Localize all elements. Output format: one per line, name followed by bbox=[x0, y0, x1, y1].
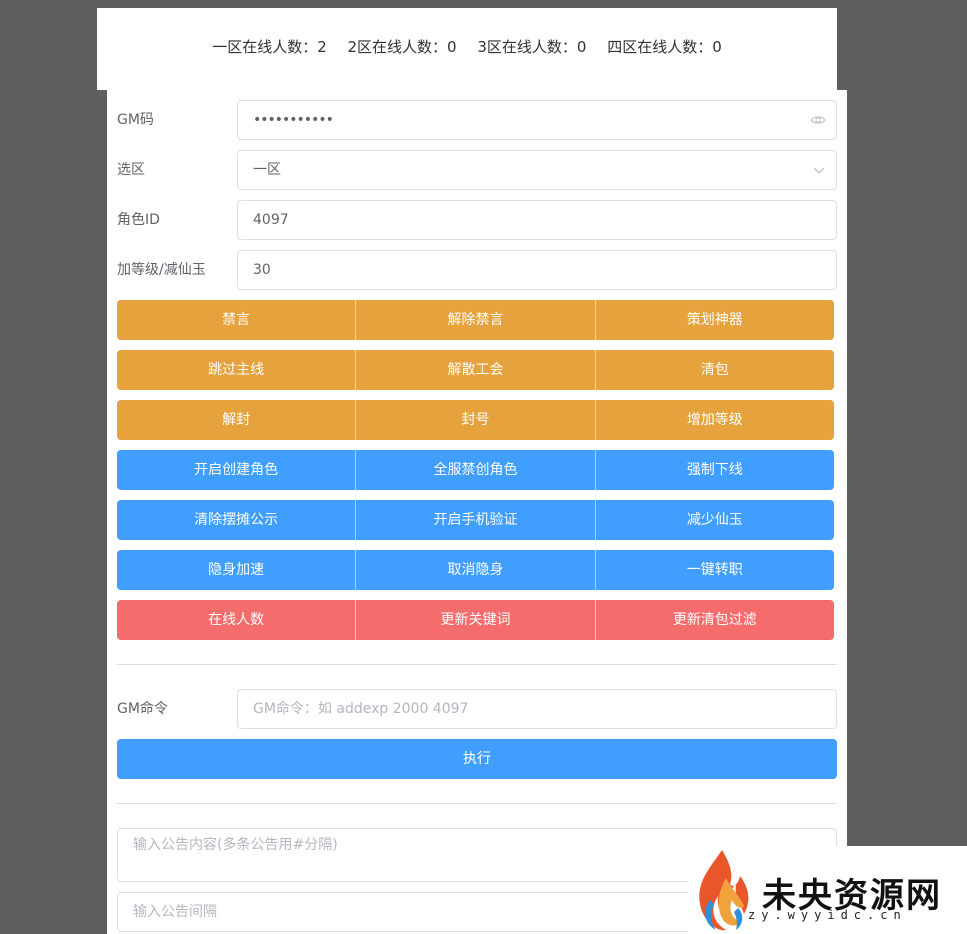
zone-select-value: 一区 bbox=[253, 162, 281, 178]
announcement-interval-placeholder: 输入公告间隔 bbox=[133, 904, 217, 920]
disband-guild-button[interactable]: 解散工会 bbox=[356, 350, 596, 390]
mute-button[interactable]: 禁言 bbox=[117, 300, 357, 340]
online-stats-panel: 一区在线人数：2 2区在线人数：0 3区在线人数：0 四区在线人数：0 bbox=[97, 8, 837, 90]
flame-logo-icon bbox=[692, 848, 756, 934]
zone-row: 选区 一区 bbox=[117, 150, 837, 190]
zone4-online-count: 四区在线人数：0 bbox=[607, 38, 722, 56]
action-button-group-4: 开启创建角色 全服禁创角色 强制下线 bbox=[117, 450, 834, 490]
online-stats: 一区在线人数：2 2区在线人数：0 3区在线人数：0 四区在线人数：0 bbox=[97, 36, 837, 57]
role-id-row: 角色ID 4097 bbox=[117, 200, 837, 240]
zone3-online-count: 3区在线人数：0 bbox=[477, 38, 587, 56]
gm-command-placeholder: GM命令：如 addexp 2000 4097 bbox=[253, 701, 469, 717]
role-id-label: 角色ID bbox=[117, 212, 160, 228]
action-button-group-3: 解封 封号 增加等级 bbox=[117, 400, 834, 440]
disable-role-creation-button[interactable]: 全服禁创角色 bbox=[356, 450, 596, 490]
role-id-input[interactable]: 4097 bbox=[237, 200, 837, 240]
action-button-group-1: 禁言 解除禁言 策划神器 bbox=[117, 300, 834, 340]
unban-button[interactable]: 解封 bbox=[117, 400, 357, 440]
add-level-button[interactable]: 增加等级 bbox=[595, 400, 834, 440]
level-jade-value: 30 bbox=[253, 262, 271, 278]
action-button-group-2: 跳过主线 解散工会 清包 bbox=[117, 350, 834, 390]
gm-form-panel: GM码 ••••••••••• 选区 一区 角色ID 4097 加等级/减仙玉 … bbox=[107, 90, 847, 934]
unmute-button[interactable]: 解除禁言 bbox=[356, 300, 596, 340]
force-offline-button[interactable]: 强制下线 bbox=[595, 450, 834, 490]
divider bbox=[117, 664, 837, 665]
gm-code-row: GM码 ••••••••••• bbox=[117, 100, 837, 140]
level-jade-input[interactable]: 30 bbox=[237, 250, 837, 290]
action-button-group-6: 隐身加速 取消隐身 一键转职 bbox=[117, 550, 834, 590]
divider bbox=[117, 803, 837, 804]
level-jade-row: 加等级/减仙玉 30 bbox=[117, 250, 837, 290]
skip-main-quest-button[interactable]: 跳过主线 bbox=[117, 350, 357, 390]
stealth-speed-button[interactable]: 隐身加速 bbox=[117, 550, 357, 590]
gm-command-row: GM命令 GM命令：如 addexp 2000 4097 bbox=[117, 689, 837, 729]
watermark: 未央资源网 zy.wyyidc.cn bbox=[688, 846, 967, 934]
gm-code-label: GM码 bbox=[117, 112, 154, 128]
zone2-online-count: 2区在线人数：0 bbox=[347, 38, 457, 56]
clear-stall-notice-button[interactable]: 清除摆摊公示 bbox=[117, 500, 357, 540]
enable-role-creation-button[interactable]: 开启创建角色 bbox=[117, 450, 357, 490]
gm-command-input[interactable]: GM命令：如 addexp 2000 4097 bbox=[237, 689, 837, 729]
gm-code-value: ••••••••••• bbox=[253, 112, 334, 128]
cancel-stealth-button[interactable]: 取消隐身 bbox=[356, 550, 596, 590]
gm-code-input[interactable]: ••••••••••• bbox=[237, 100, 837, 140]
zone-select[interactable]: 一区 bbox=[237, 150, 837, 190]
online-count-button[interactable]: 在线人数 bbox=[117, 600, 357, 640]
ban-account-button[interactable]: 封号 bbox=[356, 400, 596, 440]
role-id-value: 4097 bbox=[253, 212, 289, 228]
enable-phone-verify-button[interactable]: 开启手机验证 bbox=[356, 500, 596, 540]
action-button-group-7: 在线人数 更新关键词 更新清包过滤 bbox=[117, 600, 834, 640]
eye-icon[interactable] bbox=[810, 101, 826, 139]
execute-button[interactable]: 执行 bbox=[117, 739, 837, 779]
chevron-down-icon bbox=[812, 151, 826, 189]
update-keywords-button[interactable]: 更新关键词 bbox=[356, 600, 596, 640]
one-click-job-change-button[interactable]: 一键转职 bbox=[595, 550, 834, 590]
reduce-jade-button[interactable]: 减少仙玉 bbox=[595, 500, 834, 540]
zone-label: 选区 bbox=[117, 162, 145, 178]
gm-command-label: GM命令 bbox=[117, 701, 168, 717]
update-bag-filter-button[interactable]: 更新清包过滤 bbox=[595, 600, 834, 640]
announcement-content-placeholder: 输入公告内容(多条公告用#分隔) bbox=[133, 837, 338, 853]
planner-artifact-button[interactable]: 策划神器 bbox=[595, 300, 834, 340]
action-button-group-5: 清除摆摊公示 开启手机验证 减少仙玉 bbox=[117, 500, 834, 540]
level-jade-label: 加等级/减仙玉 bbox=[117, 262, 206, 278]
watermark-url: zy.wyyidc.cn bbox=[748, 908, 907, 922]
clear-bag-button[interactable]: 清包 bbox=[595, 350, 834, 390]
zone1-online-count: 一区在线人数：2 bbox=[212, 38, 327, 56]
